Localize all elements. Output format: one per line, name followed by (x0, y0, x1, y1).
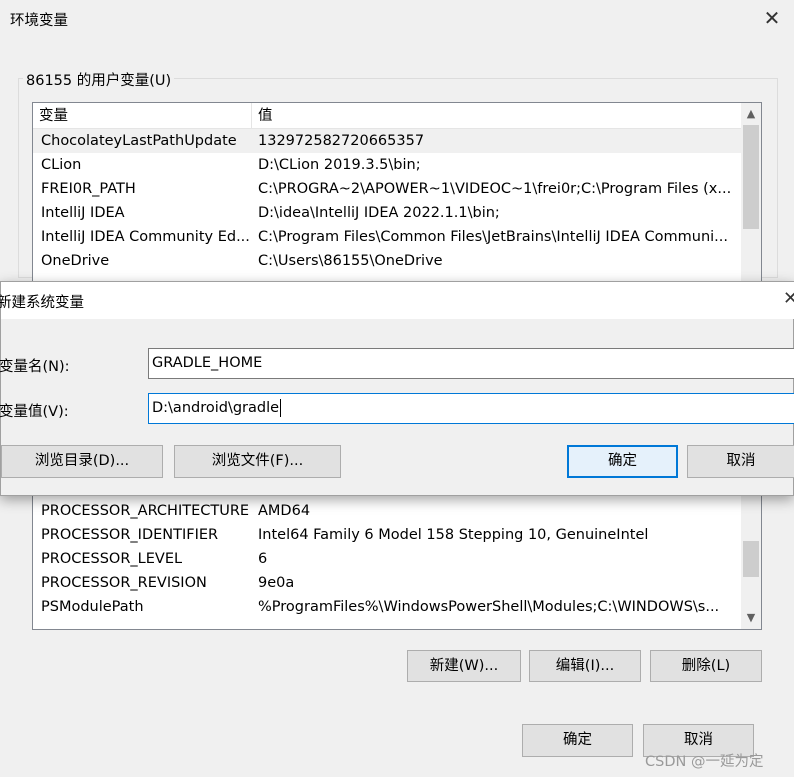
delete-button[interactable]: 删除(L) (650, 650, 762, 682)
row-var-name: PROCESSOR_ARCHITECTURE (41, 503, 249, 519)
system-vars-scrollbar[interactable]: ▼ (741, 481, 761, 629)
row-var-value: %ProgramFiles%\WindowsPowerShell\Modules… (258, 599, 720, 615)
table-row[interactable]: ChocolateyLastPathUpdate 132972582720665… (33, 129, 761, 153)
ok-button[interactable]: 确定 (522, 724, 633, 757)
list-header: 变量 值 (33, 103, 761, 129)
table-row[interactable]: OneDrive C:\Users\86155\OneDrive (33, 249, 761, 273)
row-var-value: 132972582720665357 (258, 133, 425, 149)
window-close-icon[interactable]: ✕ (760, 6, 784, 30)
variable-value-input[interactable]: D:\android\gradle (148, 393, 794, 424)
row-var-value: C:\Users\86155\OneDrive (258, 253, 443, 269)
scrollbar-thumb[interactable] (743, 541, 759, 577)
scroll-up-arrow-icon[interactable]: ▲ (741, 107, 761, 120)
text-caret (280, 399, 282, 417)
row-var-name: FREI0R_PATH (41, 181, 136, 197)
row-var-name: PSModulePath (41, 599, 144, 615)
browse-file-button[interactable]: 浏览文件(F)... (174, 445, 341, 478)
row-var-value: C:\Program Files\Common Files\JetBrains\… (258, 229, 728, 245)
row-var-name: CLion (41, 157, 82, 173)
edit-button-label: 编辑(I)... (555, 658, 615, 674)
dialog-title: 新建系统变量 (0, 295, 84, 311)
dialog-cancel-button[interactable]: 取消 (687, 445, 794, 478)
ok-button-label: 确定 (563, 732, 592, 748)
variable-name-input[interactable]: GRADLE_HOME (148, 348, 794, 379)
user-vars-list[interactable]: 变量 值 ChocolateyLastPathUpdate 1329725827… (32, 102, 762, 282)
edit-button[interactable]: 编辑(I)... (529, 650, 641, 682)
scroll-down-arrow-icon[interactable]: ▼ (741, 611, 761, 624)
row-var-value: Intel64 Family 6 Model 158 Stepping 10, … (258, 527, 649, 543)
dialog-cancel-label: 取消 (726, 453, 756, 469)
browse-directory-label: 浏览目录(D)... (34, 453, 130, 469)
table-row[interactable]: PROCESSOR_LEVEL 6 (33, 547, 761, 571)
dialog-ok-button[interactable]: 确定 (567, 445, 678, 478)
delete-button-label: 删除(L) (681, 658, 731, 674)
browse-directory-button[interactable]: 浏览目录(D)... (1, 445, 163, 478)
variable-value-text: D:\android\gradle (152, 400, 280, 416)
new-system-variable-dialog: 新建系统变量 ✕ 变量名(N): GRADLE_HOME 变量值(V): D:\… (0, 281, 794, 496)
scrollbar-thumb[interactable] (743, 125, 759, 229)
row-var-name: PROCESSOR_REVISION (41, 575, 207, 591)
variable-name-label: 变量名(N): (0, 359, 70, 375)
watermark-text: CSDN @一延为定 (645, 754, 764, 770)
table-row[interactable]: PROCESSOR_REVISION 9e0a (33, 571, 761, 595)
variable-value-label: 变量值(V): (0, 404, 69, 420)
row-var-name: PROCESSOR_IDENTIFIER (41, 527, 219, 543)
row-var-value: D:\idea\IntelliJ IDEA 2022.1.1\bin; (258, 205, 500, 221)
user-vars-scrollbar[interactable]: ▲ (741, 103, 761, 281)
row-var-name: OneDrive (41, 253, 110, 269)
table-row[interactable]: IntelliJ IDEA D:\idea\IntelliJ IDEA 2022… (33, 201, 761, 225)
new-button-label: 新建(W)... (429, 658, 499, 674)
row-var-value: C:\PROGRA~2\APOWER~1\VIDEOC~1\frei0r;C:\… (258, 181, 732, 197)
window-title: 环境变量 (10, 13, 68, 29)
user-vars-group-label: 86155 的用户变量(U) (23, 69, 175, 90)
table-row[interactable]: PSModulePath %ProgramFiles%\WindowsPower… (33, 595, 761, 619)
browse-file-label: 浏览文件(F)... (211, 453, 304, 469)
system-vars-list[interactable]: PROCESSOR_ARCHITECTURE AMD64 PROCESSOR_I… (32, 480, 762, 630)
table-row[interactable]: IntelliJ IDEA Community Ed... C:\Program… (33, 225, 761, 249)
table-row[interactable]: PROCESSOR_ARCHITECTURE AMD64 (33, 499, 761, 523)
row-var-value: 9e0a (258, 575, 295, 591)
row-var-name: IntelliJ IDEA Community Ed... (41, 229, 249, 245)
row-var-name: ChocolateyLastPathUpdate (41, 133, 237, 149)
variable-name-text: GRADLE_HOME (152, 355, 263, 371)
new-button[interactable]: 新建(W)... (407, 650, 521, 682)
row-var-value: 6 (258, 551, 268, 567)
table-row[interactable]: CLion D:\CLion 2019.3.5\bin; (33, 153, 761, 177)
column-header-value[interactable]: 值 (252, 103, 732, 129)
row-var-name: PROCESSOR_LEVEL (41, 551, 183, 567)
dialog-ok-label: 确定 (608, 453, 637, 469)
dialog-close-icon[interactable]: ✕ (783, 288, 794, 309)
dialog-titlebar (1, 282, 794, 319)
row-var-name: IntelliJ IDEA (41, 205, 125, 221)
table-row[interactable]: FREI0R_PATH C:\PROGRA~2\APOWER~1\VIDEOC~… (33, 177, 761, 201)
row-var-value: D:\CLion 2019.3.5\bin; (258, 157, 421, 173)
table-row[interactable]: PROCESSOR_IDENTIFIER Intel64 Family 6 Mo… (33, 523, 761, 547)
row-var-value: AMD64 (258, 503, 311, 519)
column-header-name[interactable]: 变量 (33, 103, 252, 129)
